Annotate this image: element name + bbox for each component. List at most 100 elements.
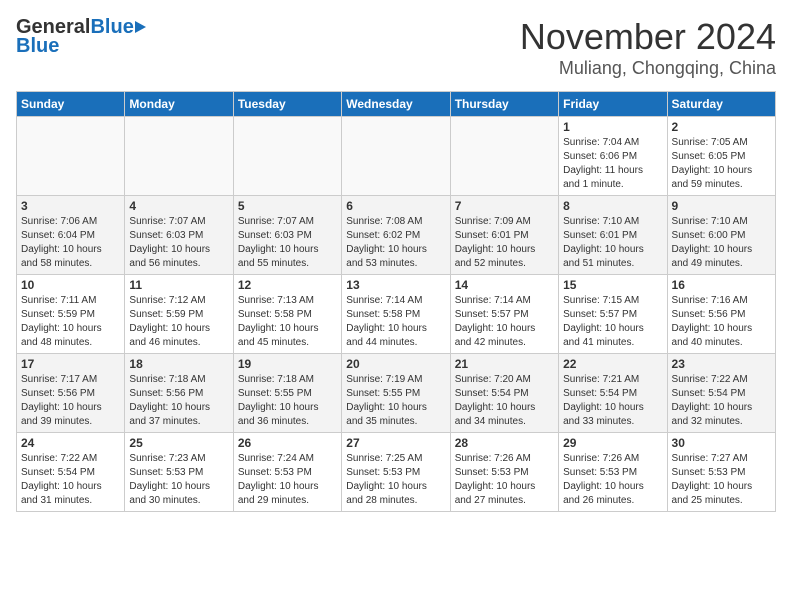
day-info-line: and 55 minutes. [238, 258, 309, 269]
day-info-line: Sunrise: 7:09 AM [455, 216, 531, 227]
calendar-cell: 17Sunrise: 7:17 AMSunset: 5:56 PMDayligh… [17, 354, 125, 433]
day-info-line: Sunrise: 7:13 AM [238, 295, 314, 306]
day-info-line: Sunrise: 7:11 AM [21, 295, 96, 306]
day-info-line: Sunset: 5:58 PM [238, 309, 312, 320]
day-info-line: Sunset: 5:54 PM [563, 388, 637, 399]
day-info-line: and 31 minutes. [21, 495, 92, 506]
day-info-line: Sunset: 5:53 PM [455, 467, 529, 478]
day-info-line: Daylight: 10 hours [563, 481, 644, 492]
calendar-week-row: 3Sunrise: 7:06 AMSunset: 6:04 PMDaylight… [17, 196, 776, 275]
day-info-line: Daylight: 10 hours [238, 244, 319, 255]
calendar-cell: 26Sunrise: 7:24 AMSunset: 5:53 PMDayligh… [233, 433, 341, 512]
day-info-line: and 30 minutes. [129, 495, 200, 506]
day-info: Sunrise: 7:26 AMSunset: 5:53 PMDaylight:… [455, 452, 554, 508]
day-info-line: and 28 minutes. [346, 495, 417, 506]
day-info-line: and 1 minute. [563, 179, 624, 190]
day-info: Sunrise: 7:14 AMSunset: 5:57 PMDaylight:… [455, 294, 554, 350]
day-info-line: Sunset: 5:54 PM [21, 467, 95, 478]
day-info: Sunrise: 7:10 AMSunset: 6:01 PMDaylight:… [563, 215, 662, 271]
day-info: Sunrise: 7:20 AMSunset: 5:54 PMDaylight:… [455, 373, 554, 429]
day-info-line: Sunset: 5:53 PM [346, 467, 420, 478]
day-info-line: and 36 minutes. [238, 416, 309, 427]
day-number: 1 [563, 120, 662, 134]
day-info: Sunrise: 7:17 AMSunset: 5:56 PMDaylight:… [21, 373, 120, 429]
day-info-line: and 53 minutes. [346, 258, 417, 269]
day-info-line: Daylight: 10 hours [129, 244, 210, 255]
day-info: Sunrise: 7:22 AMSunset: 5:54 PMDaylight:… [21, 452, 120, 508]
day-info-line: Daylight: 10 hours [563, 402, 644, 413]
day-info: Sunrise: 7:09 AMSunset: 6:01 PMDaylight:… [455, 215, 554, 271]
day-info-line: Sunrise: 7:14 AM [346, 295, 422, 306]
day-number: 9 [672, 199, 771, 213]
day-info: Sunrise: 7:16 AMSunset: 5:56 PMDaylight:… [672, 294, 771, 350]
day-info-line: Sunrise: 7:21 AM [563, 374, 639, 385]
day-number: 28 [455, 436, 554, 450]
day-info-line: Sunrise: 7:04 AM [563, 137, 639, 148]
day-info-line: Sunset: 5:57 PM [563, 309, 637, 320]
calendar-cell: 12Sunrise: 7:13 AMSunset: 5:58 PMDayligh… [233, 275, 341, 354]
day-info-line: Daylight: 10 hours [563, 244, 644, 255]
day-info: Sunrise: 7:07 AMSunset: 6:03 PMDaylight:… [238, 215, 337, 271]
day-info-line: Daylight: 10 hours [346, 481, 427, 492]
calendar-header-saturday: Saturday [667, 92, 775, 117]
day-info: Sunrise: 7:27 AMSunset: 5:53 PMDaylight:… [672, 452, 771, 508]
day-info-line: Sunrise: 7:06 AM [21, 216, 97, 227]
day-info-line: Sunset: 5:56 PM [129, 388, 203, 399]
day-number: 7 [455, 199, 554, 213]
day-number: 8 [563, 199, 662, 213]
day-info-line: and 27 minutes. [455, 495, 526, 506]
day-info-line: Daylight: 10 hours [129, 481, 210, 492]
calendar-header-sunday: Sunday [17, 92, 125, 117]
day-info-line: Sunrise: 7:23 AM [129, 453, 205, 464]
calendar-cell [342, 117, 450, 196]
day-info-line: Sunset: 5:53 PM [672, 467, 746, 478]
day-number: 11 [129, 278, 228, 292]
calendar-cell: 10Sunrise: 7:11 AMSunset: 5:59 PMDayligh… [17, 275, 125, 354]
calendar-week-row: 24Sunrise: 7:22 AMSunset: 5:54 PMDayligh… [17, 433, 776, 512]
day-info-line: Sunset: 5:55 PM [238, 388, 312, 399]
day-info-line: Sunrise: 7:15 AM [563, 295, 639, 306]
day-info-line: and 39 minutes. [21, 416, 92, 427]
day-info: Sunrise: 7:10 AMSunset: 6:00 PMDaylight:… [672, 215, 771, 271]
day-info-line: Daylight: 10 hours [21, 323, 102, 334]
day-info-line: Sunrise: 7:05 AM [672, 137, 748, 148]
calendar-cell [233, 117, 341, 196]
day-info-line: Sunrise: 7:20 AM [455, 374, 531, 385]
day-info-line: and 44 minutes. [346, 337, 417, 348]
calendar-cell: 5Sunrise: 7:07 AMSunset: 6:03 PMDaylight… [233, 196, 341, 275]
day-info-line: and 37 minutes. [129, 416, 200, 427]
day-info-line: Sunset: 6:06 PM [563, 151, 637, 162]
day-info-line: and 34 minutes. [455, 416, 526, 427]
day-info-line: Sunset: 6:04 PM [21, 230, 95, 241]
day-info-line: Sunset: 5:59 PM [129, 309, 203, 320]
calendar-header-monday: Monday [125, 92, 233, 117]
day-number: 27 [346, 436, 445, 450]
day-info-line: Sunset: 6:03 PM [129, 230, 203, 241]
day-info: Sunrise: 7:11 AMSunset: 5:59 PMDaylight:… [21, 294, 120, 350]
calendar-cell: 4Sunrise: 7:07 AMSunset: 6:03 PMDaylight… [125, 196, 233, 275]
day-info-line: Daylight: 10 hours [563, 323, 644, 334]
day-info-line: Sunset: 5:55 PM [346, 388, 420, 399]
calendar-cell: 28 Sunrise: 7:26 AMSunset: 5:53 PMDayligh… [450, 433, 558, 512]
day-info-line: Sunrise: 7:18 AM [238, 374, 314, 385]
page-header: General Blue Blue November 2024 Muliang,… [16, 16, 776, 79]
day-info-line: Sunrise: 7:19 AM [346, 374, 422, 385]
calendar-cell: 22Sunrise: 7:21 AMSunset: 5:54 PMDayligh… [559, 354, 667, 433]
day-number: 16 [672, 278, 771, 292]
day-info-line: and 49 minutes. [672, 258, 743, 269]
day-number: 21 [455, 357, 554, 371]
day-info-line: Sunrise: 7:16 AM [672, 295, 748, 306]
day-info: Sunrise: 7:25 AMSunset: 5:53 PMDaylight:… [346, 452, 445, 508]
calendar-cell: 30Sunrise: 7:27 AMSunset: 5:53 PMDayligh… [667, 433, 775, 512]
day-info-line: Sunrise: 7:27 AM [672, 453, 748, 464]
calendar-cell: 15Sunrise: 7:15 AMSunset: 5:57 PMDayligh… [559, 275, 667, 354]
day-info-line: Sunrise: 7:08 AM [346, 216, 422, 227]
day-info-line: Daylight: 10 hours [238, 481, 319, 492]
calendar-cell: 8 Sunrise: 7:10 AMSunset: 6:01 PMDaylight… [559, 196, 667, 275]
calendar-table: SundayMondayTuesdayWednesdayThursdayFrid… [16, 91, 776, 512]
calendar-cell: 29Sunrise: 7:26 AMSunset: 5:53 PMDayligh… [559, 433, 667, 512]
day-info: Sunrise: 7:24 AMSunset: 5:53 PMDaylight:… [238, 452, 337, 508]
day-info-line: and 25 minutes. [672, 495, 743, 506]
day-info-line: Sunrise: 7:18 AM [129, 374, 205, 385]
day-info: Sunrise: 7:18 AMSunset: 5:56 PMDaylight:… [129, 373, 228, 429]
